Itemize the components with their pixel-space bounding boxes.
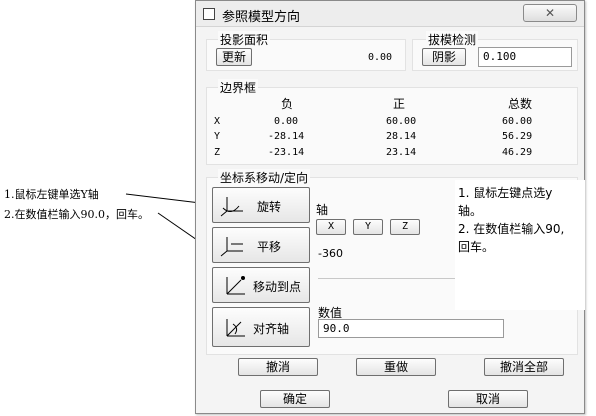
- note-line-2: 轴。: [458, 204, 483, 218]
- row-y-negative: -28.14: [268, 131, 305, 142]
- row-z-total: 46.29: [502, 147, 533, 158]
- row-y-axis: Y: [214, 131, 221, 142]
- rotate-label: 旋转: [257, 200, 282, 214]
- ok-button[interactable]: 确定: [260, 390, 330, 408]
- close-icon: ✕: [544, 6, 556, 20]
- draft-check-legend: 拔模检测: [426, 31, 479, 48]
- row-x-axis: X: [214, 116, 221, 127]
- axis-label: 轴: [316, 203, 329, 217]
- row-y-positive: 28.14: [386, 131, 417, 142]
- close-button[interactable]: ✕: [523, 4, 577, 22]
- note-line-1: 1. 鼠标左键点选y: [458, 186, 553, 200]
- row-x-negative: 0.00: [274, 116, 299, 127]
- translate-icon: [220, 237, 243, 257]
- header-total: 总数: [508, 97, 533, 111]
- move-to-point-button[interactable]: 移动到点: [212, 267, 310, 303]
- align-axis-button[interactable]: 对齐轴: [212, 307, 310, 347]
- redo-button[interactable]: 重做: [356, 358, 436, 376]
- bounding-box-legend: 边界框: [218, 79, 259, 96]
- move-to-point-icon: [226, 276, 245, 295]
- row-z-negative: -23.14: [268, 147, 305, 158]
- translate-label: 平移: [257, 240, 282, 254]
- row-x-total: 60.00: [502, 116, 533, 127]
- shade-button[interactable]: 阴影: [422, 48, 466, 66]
- axis-x-button[interactable]: X: [316, 219, 346, 235]
- note-line-3: 2. 在数值栏输入90,: [458, 222, 565, 236]
- annotation-step2: 2.在数值栏输入90.0，回车。: [4, 208, 149, 221]
- update-button[interactable]: 更新: [216, 48, 252, 66]
- draft-angle-input[interactable]: 0.100: [478, 47, 572, 67]
- align-axis-label: 对齐轴: [253, 322, 290, 336]
- window-icon: [203, 8, 215, 20]
- projected-area-value: 0.00: [368, 52, 393, 63]
- row-y-total: 56.29: [502, 131, 533, 142]
- axis-y-button[interactable]: Y: [353, 219, 383, 235]
- annotation-step1: 1.鼠标左键单选Y轴: [4, 188, 99, 201]
- dialog-title: 参照模型方向: [222, 10, 301, 25]
- header-positive: 正: [393, 97, 406, 111]
- note-line-4: 回车。: [458, 240, 495, 254]
- rotate-icon: [220, 197, 243, 217]
- angle-range-text: -360: [318, 247, 343, 260]
- row-z-positive: 23.14: [386, 147, 417, 158]
- row-x-positive: 60.00: [386, 116, 417, 127]
- axis-z-button[interactable]: Z: [390, 219, 420, 235]
- translate-button[interactable]: 平移: [212, 227, 310, 263]
- coord-system-legend: 坐标系移动/定向: [218, 169, 311, 186]
- projected-area-legend: 投影面积: [218, 31, 271, 48]
- rotate-button[interactable]: 旋转: [212, 187, 310, 223]
- align-axis-icon: [226, 319, 245, 337]
- move-to-point-label: 移动到点: [253, 280, 302, 294]
- undo-all-button[interactable]: 撤消全部: [484, 358, 564, 376]
- title-bar: 参照模型方向 ✕: [196, 1, 584, 27]
- instruction-note: 1. 鼠标左键点选y 轴。 2. 在数值栏输入90, 回车。: [455, 180, 585, 310]
- undo-button[interactable]: 撤消: [238, 358, 318, 376]
- header-negative: 负: [281, 97, 294, 111]
- cancel-button[interactable]: 取消: [448, 390, 528, 408]
- value-input[interactable]: 90.0: [318, 319, 504, 338]
- row-z-axis: Z: [214, 147, 221, 158]
